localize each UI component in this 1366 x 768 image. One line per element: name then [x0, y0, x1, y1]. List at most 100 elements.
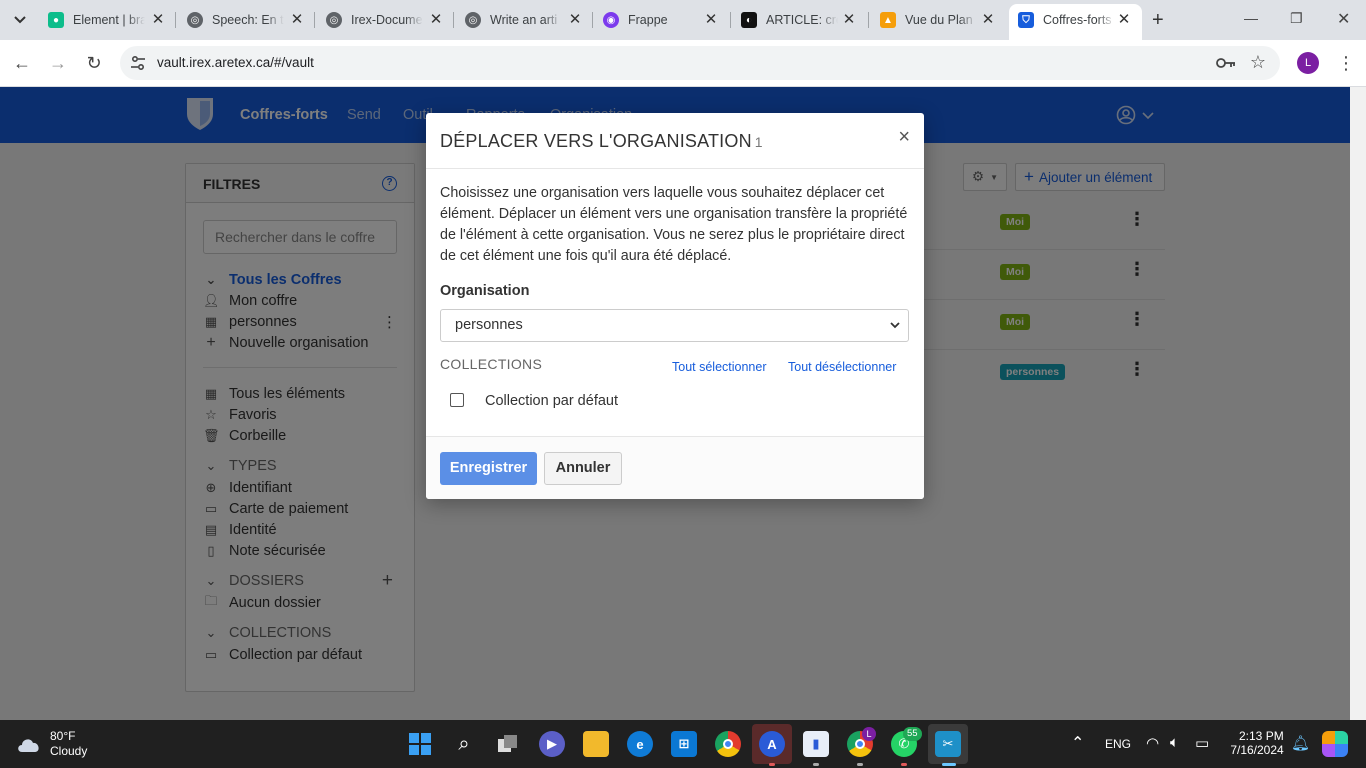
language-indicator[interactable]: ENG: [1105, 737, 1131, 751]
browser-menu-icon[interactable]: ⋮: [1337, 52, 1355, 74]
modal-footer: Enregistrer Annuler: [426, 436, 924, 499]
snipping-tool-icon[interactable]: ✂: [935, 731, 961, 757]
weather-temperature: 80°F: [50, 729, 76, 743]
chrome-icon[interactable]: [715, 731, 741, 757]
chevron-down-icon: [890, 322, 900, 329]
close-icon[interactable]: ✕: [289, 12, 305, 28]
element-favicon-icon: ●: [48, 12, 64, 28]
close-icon[interactable]: ×: [898, 126, 910, 149]
volume-icon[interactable]: 🔈︎: [1170, 734, 1179, 751]
deselect-all-link[interactable]: Tout désélectionner: [788, 360, 896, 374]
start-icon[interactable]: [407, 731, 433, 757]
flame-favicon-icon: ▲: [880, 12, 896, 28]
tab-separator: [453, 12, 454, 28]
time-text: 2:13 PM: [1239, 729, 1284, 743]
modal-title: DÉPLACER VERS L'ORGANISATION 1: [440, 131, 763, 151]
minimize-icon[interactable]: —: [1244, 10, 1258, 26]
weather-description: Cloudy: [50, 744, 88, 758]
profile-avatar[interactable]: L: [1297, 52, 1319, 74]
close-icon[interactable]: ✕: [703, 12, 719, 28]
globe-favicon-icon: ◎: [187, 12, 203, 28]
document-app-icon[interactable]: ▮: [803, 731, 829, 757]
select-all-link[interactable]: Tout sélectionner: [672, 360, 767, 374]
move-to-organization-dialog: DÉPLACER VERS L'ORGANISATION 1 × Choisiss…: [426, 113, 924, 499]
close-icon[interactable]: ✕: [150, 12, 166, 28]
eyes-favicon-icon: ◐: [741, 12, 757, 28]
bookmark-star-icon[interactable]: ☆: [1250, 52, 1266, 73]
clock[interactable]: 2:13 PM 7/16/2024: [1230, 729, 1284, 757]
tab-article[interactable]: ◐ ARTICLE: cré ✕: [741, 6, 857, 34]
item-count: 1: [754, 134, 763, 150]
restore-icon[interactable]: ❐: [1290, 10, 1303, 27]
chrome-profile-badge: L: [862, 727, 876, 741]
forward-icon[interactable]: →: [47, 52, 69, 74]
search-icon[interactable]: ⌕: [451, 731, 477, 757]
address-bar[interactable]: vault.irex.aretex.ca/#/vault ☆: [120, 46, 1280, 80]
organisation-label: Organisation: [440, 283, 530, 299]
close-icon[interactable]: ✕: [567, 12, 583, 28]
tab-search-button[interactable]: [8, 8, 32, 32]
wifi-icon[interactable]: ◠: [1146, 734, 1159, 752]
collection-checkbox[interactable]: [450, 393, 464, 407]
task-view-icon[interactable]: [495, 731, 521, 757]
frappe-favicon-icon: ◉: [603, 12, 619, 28]
store-icon[interactable]: ⊞: [671, 731, 697, 757]
url-text: vault.irex.aretex.ca/#/vault: [157, 55, 314, 70]
date-text: 7/16/2024: [1230, 743, 1284, 757]
close-window-icon[interactable]: ✕: [1337, 9, 1350, 29]
bitwarden-favicon-icon: ⛉: [1018, 12, 1034, 28]
page-scrollbar[interactable]: [1350, 87, 1366, 720]
close-icon[interactable]: ✕: [841, 12, 857, 28]
tab-element[interactable]: ● Element | bra ✕: [48, 6, 166, 34]
tab-speech[interactable]: ◎ Speech: En ta ✕: [187, 6, 305, 34]
app-launcher-icon[interactable]: A: [759, 731, 785, 757]
running-indicator: [813, 763, 819, 766]
cloud-icon: [18, 739, 39, 752]
windows-taskbar: 80°F Cloudy ⌕ ▶ e ⊞ A ▮ L ✆ 55 ✂ ⌃ ENG ◠…: [0, 720, 1366, 768]
weather-widget[interactable]: 80°F Cloudy: [16, 729, 87, 759]
browser-tab-strip: ● Element | bra ✕ ◎ Speech: En ta ✕ ◎ Ir…: [0, 0, 1366, 40]
save-button[interactable]: Enregistrer: [440, 452, 537, 485]
new-tab-button[interactable]: +: [1152, 10, 1164, 30]
tab-separator: [868, 12, 869, 28]
web-page: Coffres-forts Send Outil Rapports Organi…: [0, 87, 1350, 720]
back-icon[interactable]: ←: [11, 52, 33, 74]
file-explorer-icon[interactable]: [583, 731, 609, 757]
collections-section-header: COLLECTIONS: [440, 356, 543, 372]
collection-label: Collection par défaut: [485, 393, 618, 409]
tab-coffres-forts[interactable]: ⛉ Coffres-forts ✕: [1018, 6, 1132, 34]
close-icon[interactable]: ✕: [1116, 12, 1132, 28]
tab-separator: [730, 12, 731, 28]
close-icon[interactable]: ✕: [428, 12, 444, 28]
tab-irex-document[interactable]: ◎ Irex-Docume ✕: [326, 6, 444, 34]
running-indicator: [901, 763, 907, 766]
cancel-button[interactable]: Annuler: [544, 452, 622, 485]
chevron-down-icon: [14, 16, 26, 24]
battery-icon[interactable]: ▭: [1195, 734, 1209, 752]
modal-header: DÉPLACER VERS L'ORGANISATION 1 ×: [426, 113, 924, 169]
tab-write-article[interactable]: ◎ Write an arti ✕: [465, 6, 583, 34]
running-indicator: [857, 763, 863, 766]
close-icon[interactable]: ✕: [980, 12, 996, 28]
modal-description: Choisissez une organisation vers laquell…: [440, 185, 908, 264]
key-icon[interactable]: [1216, 55, 1236, 71]
tab-vue-du-plan[interactable]: ▲ Vue du Plan ✕: [880, 6, 996, 34]
globe-favicon-icon: ◎: [326, 12, 342, 28]
whatsapp-badge: 55: [903, 727, 922, 741]
site-settings-icon[interactable]: [130, 55, 146, 71]
running-indicator: [769, 763, 775, 766]
edge-icon[interactable]: e: [627, 731, 653, 757]
tab-separator: [314, 12, 315, 28]
tab-frappe[interactable]: ◉ Frappe ✕: [603, 6, 719, 34]
reload-icon[interactable]: ↻: [83, 52, 105, 74]
tab-separator: [592, 12, 593, 28]
organisation-select[interactable]: personnes: [440, 309, 909, 342]
browser-toolbar: ← → ↻ vault.irex.aretex.ca/#/vault ☆ L ⋮: [0, 40, 1366, 87]
tab-separator: [175, 12, 176, 28]
globe-favicon-icon: ◎: [465, 12, 481, 28]
chat-icon[interactable]: ▶: [539, 731, 565, 757]
running-indicator: [942, 763, 956, 766]
tray-overflow-icon[interactable]: ⌃: [1071, 733, 1084, 753]
notification-bell-icon[interactable]: 🔔︎: [1291, 734, 1310, 752]
copilot-icon[interactable]: [1322, 731, 1348, 757]
